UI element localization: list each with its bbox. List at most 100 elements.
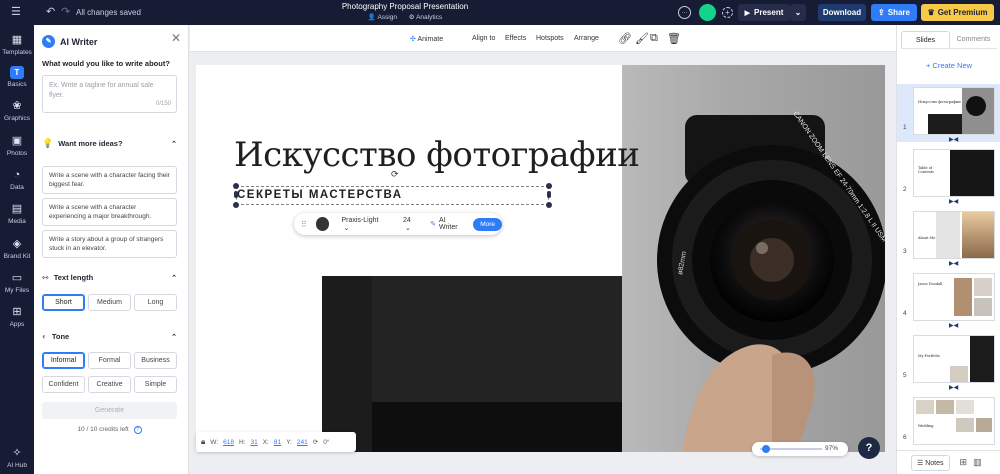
undo-icon[interactable]: ↶ <box>46 6 55 18</box>
align-to-button[interactable]: Align to <box>472 35 495 42</box>
tone-informal[interactable]: Informal <box>42 352 85 369</box>
create-new-slide-button[interactable]: + Create New <box>897 61 1000 70</box>
x-value[interactable]: 81 <box>274 439 281 446</box>
text-color-swatch[interactable] <box>315 217 330 231</box>
tone-confident[interactable]: Confident <box>42 376 85 393</box>
slide-thumbnail[interactable]: 4 Jason Doodall <box>897 270 1000 328</box>
idea-item[interactable]: Write a story about a group of strangers… <box>42 230 177 258</box>
rail-item-apps[interactable]: ⊞ Apps <box>0 306 34 328</box>
help-button[interactable]: ? <box>858 437 880 459</box>
rail-item-photos[interactable]: ▣ Photos <box>0 135 34 157</box>
rail-item-templates[interactable]: ▦ Templates <box>0 34 34 56</box>
info-icon[interactable]: ? <box>133 426 142 434</box>
generate-button[interactable]: Generate <box>42 402 177 419</box>
rotation-value[interactable]: 0° <box>323 439 329 446</box>
slide-thumbnail[interactable]: 1 Искусство фотографии <box>897 84 1000 142</box>
ai-writer-button[interactable]: ✎ AI Writer <box>430 217 465 231</box>
length-medium[interactable]: Medium <box>88 294 131 311</box>
width-value[interactable]: 618 <box>223 439 234 446</box>
close-icon[interactable]: ✕ <box>171 31 181 45</box>
ideas-section-header[interactable]: 💡 Want more ideas? ⌃ <box>42 138 177 149</box>
height-value[interactable]: 31 <box>250 439 257 446</box>
tab-slides[interactable]: Slides <box>901 31 950 48</box>
tab-comments[interactable]: Comments <box>950 31 997 48</box>
prompt-label: What would you like to write about? <box>42 59 170 68</box>
slide-subtitle[interactable]: СЕКРЕТЫ МАСТЕРСТВА <box>236 186 549 205</box>
transition-icon[interactable]: ▶◀ <box>949 198 958 205</box>
rail-item-my-files[interactable]: ▭ My Files <box>0 272 34 294</box>
tone-header[interactable]: ◐ Tone ⌃ <box>42 332 177 341</box>
slide-thumbnail[interactable]: 5 My Portfolio <box>897 332 1000 390</box>
document-title[interactable]: Photography Proposal Presentation <box>330 2 480 11</box>
analytics-link[interactable]: ⚙ Analytics <box>409 14 442 21</box>
duplicate-icon[interactable]: ⧉ <box>650 32 658 45</box>
present-options-button[interactable]: ⌄ <box>790 4 806 21</box>
tone-simple[interactable]: Simple <box>134 376 177 393</box>
hotspots-button[interactable]: Hotspots <box>536 35 564 42</box>
grid-view-icon[interactable]: ⊞ <box>960 457 968 468</box>
ai-writer-panel: ✎ AI Writer ✕ What would you like to wri… <box>34 25 189 474</box>
length-long[interactable]: Long <box>134 294 177 311</box>
transition-icon[interactable]: ▶◀ <box>949 384 958 391</box>
y-value[interactable]: 241 <box>297 439 308 446</box>
style-brush-icon[interactable]: 🖌︎ <box>635 32 649 45</box>
link-icon[interactable]: 🔗︎ <box>618 32 632 45</box>
avatar[interactable] <box>699 4 716 21</box>
redo-icon[interactable]: ↷ <box>61 6 70 18</box>
idea-item[interactable]: Write a scene with a character facing th… <box>42 166 177 194</box>
get-premium-button[interactable]: ♛ Get Premium <box>921 4 994 21</box>
list-view-icon[interactable]: ▥ <box>973 457 982 468</box>
tone-formal[interactable]: Formal <box>88 352 131 369</box>
resize-handle[interactable] <box>546 202 552 208</box>
rail-item-basics[interactable]: T Basics <box>0 66 34 88</box>
position-bar: 🔒︎ W: 618 H: 31 X: 81 Y: 241 ⟳ 0° <box>196 432 356 452</box>
transition-icon[interactable]: ▶◀ <box>949 322 958 329</box>
trash-icon[interactable]: 🗑︎ <box>667 32 681 45</box>
transition-icon[interactable]: ▶◀ <box>949 136 958 143</box>
rail-item-media[interactable]: ▤ Media <box>0 203 34 225</box>
prompt-textarea[interactable]: Ex. Write a tagline for annual sale flye… <box>42 75 177 113</box>
camera-photo[interactable]: CANON ZOOM LENS EF 24-70mm 1:2.8 L II US… <box>622 65 885 452</box>
comment-icon[interactable]: … <box>678 6 691 19</box>
transition-icon[interactable]: ▶◀ <box>949 260 958 267</box>
slide-thumbnail[interactable]: 6 Wedding <box>897 394 1000 452</box>
rail-item-data[interactable]: ◔ Data <box>0 169 34 191</box>
assign-link[interactable]: 👤 Assign <box>368 14 397 21</box>
text-length-header[interactable]: ⇿ Text length ⌃ <box>42 273 177 282</box>
rail-item-ai-hub[interactable]: ✧ AI Hub <box>0 447 34 469</box>
tone-creative[interactable]: Creative <box>88 376 131 393</box>
present-button[interactable]: ▶ Present <box>738 4 790 21</box>
rotate-handle-icon[interactable]: ⟳ <box>391 169 399 180</box>
rail-item-graphics[interactable]: ❀ Graphics <box>0 100 34 122</box>
notes-button[interactable]: ☰ Notes <box>911 454 950 471</box>
arrange-button[interactable]: Arrange <box>574 35 599 42</box>
menu-icon[interactable]: ☰ <box>11 6 21 18</box>
zoom-control: 97% <box>752 442 848 456</box>
add-collaborator-icon[interactable]: + <box>722 7 733 18</box>
side-handle[interactable] <box>234 191 238 198</box>
more-button[interactable]: More <box>473 217 502 231</box>
download-button[interactable]: Download <box>818 4 866 21</box>
effects-button[interactable]: Effects <box>505 35 526 42</box>
share-button[interactable]: ⇪ Share <box>871 4 917 21</box>
font-family-select[interactable]: Praxis-Light ⌄ <box>341 217 387 232</box>
idea-item[interactable]: Write a scene with a character experienc… <box>42 198 177 226</box>
side-handle[interactable] <box>547 191 551 198</box>
resize-handle[interactable] <box>233 202 239 208</box>
slide-thumbnail[interactable]: 3 About Me <box>897 208 1000 266</box>
slide-canvas[interactable]: CANON ZOOM LENS EF 24-70mm 1:2.8 L II US… <box>196 65 885 452</box>
font-size-select[interactable]: 24 ⌄ <box>403 217 420 232</box>
resize-handle[interactable] <box>546 183 552 189</box>
tone-business[interactable]: Business <box>134 352 177 369</box>
zoom-slider-thumb[interactable] <box>762 445 770 453</box>
zoom-value[interactable]: 97% <box>825 445 838 452</box>
resize-handle[interactable] <box>233 183 239 189</box>
dark-image-block[interactable] <box>322 276 622 452</box>
animate-button[interactable]: ✣ Animate <box>410 35 443 43</box>
drag-handle-icon[interactable]: ⠿ <box>301 220 307 229</box>
rail-item-brand-kit[interactable]: ◈ Brand Kit <box>0 238 34 260</box>
slide-title[interactable]: Искусство фотографии <box>234 135 640 175</box>
slide-thumbnail[interactable]: 2 Table of Contents <box>897 146 1000 204</box>
lock-icon[interactable]: 🔒︎ <box>201 437 205 447</box>
length-short[interactable]: Short <box>42 294 85 311</box>
